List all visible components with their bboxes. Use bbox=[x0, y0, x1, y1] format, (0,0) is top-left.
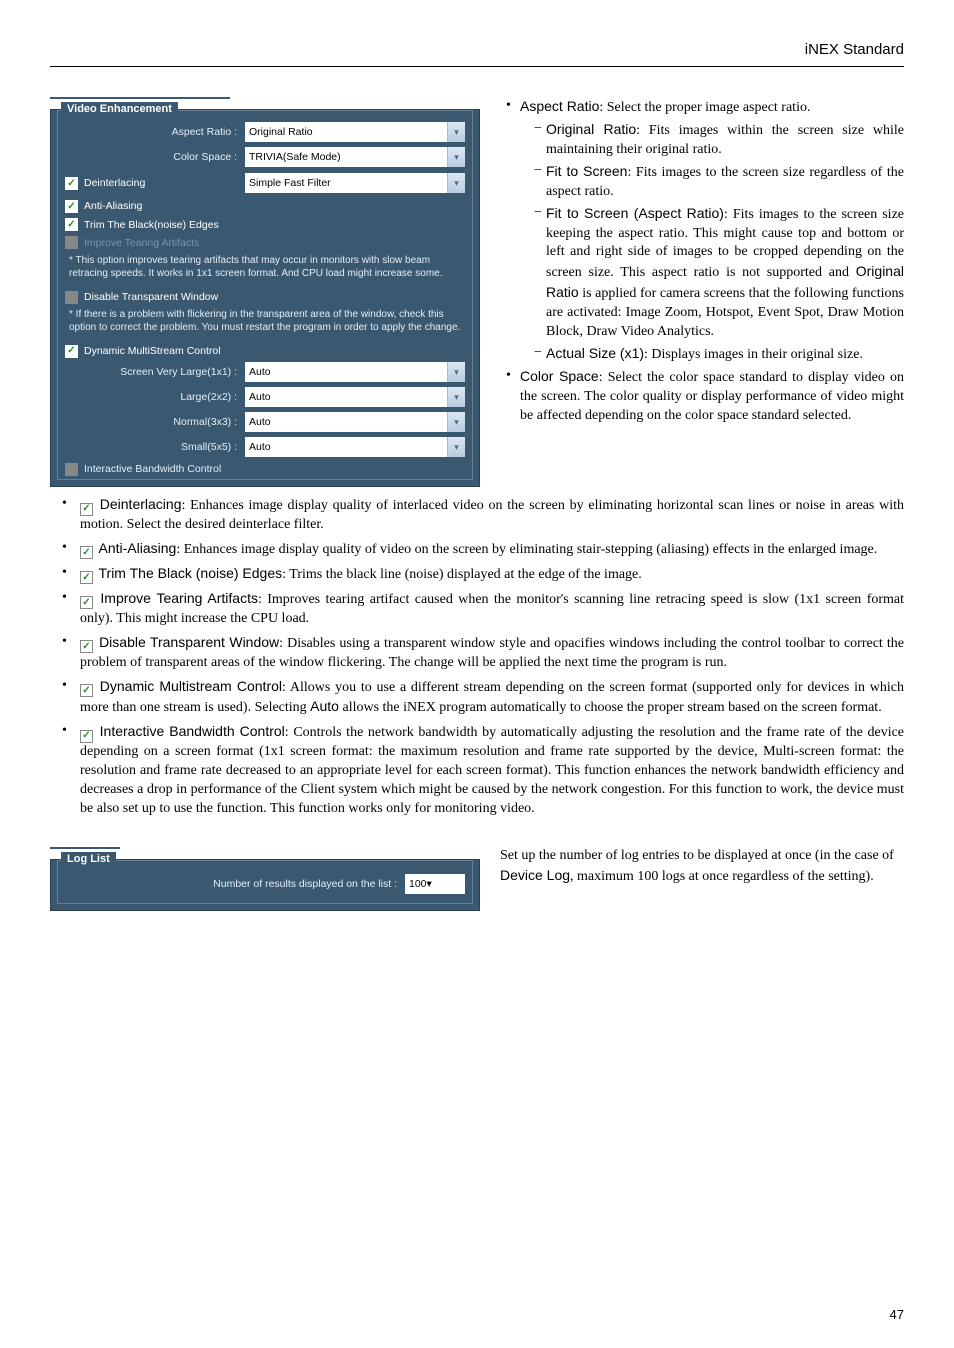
chevron-down-icon: ▾ bbox=[447, 122, 465, 142]
screen-very-large-dropdown[interactable]: Auto ▾ bbox=[245, 362, 465, 382]
chevron-down-icon: ▾ bbox=[447, 387, 465, 407]
deinterlacing-bullet: ✓ Deinterlacing: Enhances image display … bbox=[56, 495, 904, 535]
dynamic-multistream-bullet: ✓ Dynamic Multistream Control: Allows yo… bbox=[56, 677, 904, 719]
aspect-ratio-dropdown[interactable]: Original Ratio ▾ bbox=[245, 122, 465, 142]
large-dropdown[interactable]: Auto ▾ bbox=[245, 387, 465, 407]
aspect-ratio-label: Aspect Ratio : bbox=[65, 125, 245, 139]
log-list-panel: Log List Number of results displayed on … bbox=[50, 859, 480, 911]
improve-tearing-bullet: ✓ Improve Tearing Artifacts: Improves te… bbox=[56, 589, 904, 629]
chevron-down-icon: ▾ bbox=[447, 147, 465, 167]
large-label: Large(2x2) : bbox=[65, 390, 245, 404]
color-space-bullet: Color Space: Select the color space stan… bbox=[506, 367, 904, 426]
anti-aliasing-label: Anti-Aliasing bbox=[84, 199, 142, 213]
aspect-ratio-bullet: Aspect Ratio: Select the proper image as… bbox=[506, 97, 904, 365]
page-header: iNEX Standard bbox=[50, 40, 904, 67]
improve-tearing-label: Improve Tearing Artifacts bbox=[84, 236, 199, 250]
screen-very-large-label: Screen Very Large(1x1) : bbox=[65, 365, 245, 379]
interactive-bandwidth-label: Interactive Bandwidth Control bbox=[84, 462, 221, 476]
small-dropdown[interactable]: Auto ▾ bbox=[245, 437, 465, 457]
actual-size-item: Actual Size (x1): Displays images in the… bbox=[534, 344, 904, 365]
trim-black-checkbox[interactable]: ✓ bbox=[65, 218, 78, 231]
chevron-down-icon: ▾ bbox=[447, 173, 465, 193]
disable-transparent-label: Disable Transparent Window bbox=[84, 290, 218, 304]
original-ratio-item: Original Ratio: Fits images within the s… bbox=[534, 120, 904, 160]
normal-label: Normal(3x3) : bbox=[65, 415, 245, 429]
color-space-dropdown[interactable]: TRIVIA(Safe Mode) ▾ bbox=[245, 147, 465, 167]
deinterlacing-checkbox[interactable]: ✓ bbox=[65, 177, 78, 190]
dynamic-multistream-label: Dynamic MultiStream Control bbox=[84, 344, 221, 358]
interactive-bandwidth-checkbox[interactable]: ✓ bbox=[65, 463, 78, 476]
trim-black-label: Trim The Black(noise) Edges bbox=[84, 218, 219, 232]
panel-title: Video Enhancement bbox=[61, 102, 178, 117]
disable-transparent-checkbox[interactable]: ✓ bbox=[65, 291, 78, 304]
chevron-down-icon: ▾ bbox=[447, 362, 465, 382]
small-label: Small(5x5) : bbox=[65, 440, 245, 454]
chevron-down-icon: ▾ bbox=[447, 412, 465, 432]
log-description: Set up the number of log entries to be d… bbox=[500, 847, 904, 887]
normal-dropdown[interactable]: Auto ▾ bbox=[245, 412, 465, 432]
disable-transparent-bullet: ✓ Disable Transparent Window: Disables u… bbox=[56, 633, 904, 673]
log-panel-title: Log List bbox=[61, 852, 116, 867]
anti-aliasing-checkbox[interactable]: ✓ bbox=[65, 200, 78, 213]
anti-aliasing-bullet: ✓ Anti-Aliasing: Enhances image display … bbox=[56, 539, 904, 560]
interactive-bandwidth-bullet: ✓ Interactive Bandwidth Control: Control… bbox=[56, 722, 904, 818]
color-space-label: Color Space : bbox=[65, 150, 245, 164]
dynamic-multistream-checkbox[interactable]: ✓ bbox=[65, 345, 78, 358]
chevron-down-icon: ▾ bbox=[427, 877, 432, 891]
fit-to-screen-ar-item: Fit to Screen (Aspect Ratio): Fits image… bbox=[534, 204, 904, 342]
panel-accent bbox=[50, 97, 230, 99]
chevron-down-icon: ▾ bbox=[447, 437, 465, 457]
trim-black-bullet: ✓ Trim The Black (noise) Edges: Trims th… bbox=[56, 564, 904, 585]
transparent-note: * If there is a problem with flickering … bbox=[69, 308, 465, 334]
deinterlacing-label: Deinterlacing bbox=[84, 176, 145, 190]
log-results-label: Number of results displayed on the list … bbox=[65, 877, 405, 891]
video-enhancement-panel: Video Enhancement Aspect Ratio : Origina… bbox=[50, 109, 480, 487]
log-results-dropdown[interactable]: 100 ▾ bbox=[405, 874, 465, 894]
tearing-note: * This option improves tearing artifacts… bbox=[69, 254, 465, 280]
improve-tearing-checkbox[interactable]: ✓ bbox=[65, 236, 78, 249]
fit-to-screen-item: Fit to Screen: Fits images to the screen… bbox=[534, 162, 904, 202]
page-number: 47 bbox=[890, 1306, 904, 1324]
deinterlacing-filter-dropdown[interactable]: Simple Fast Filter ▾ bbox=[245, 173, 465, 193]
log-panel-accent bbox=[50, 847, 120, 849]
